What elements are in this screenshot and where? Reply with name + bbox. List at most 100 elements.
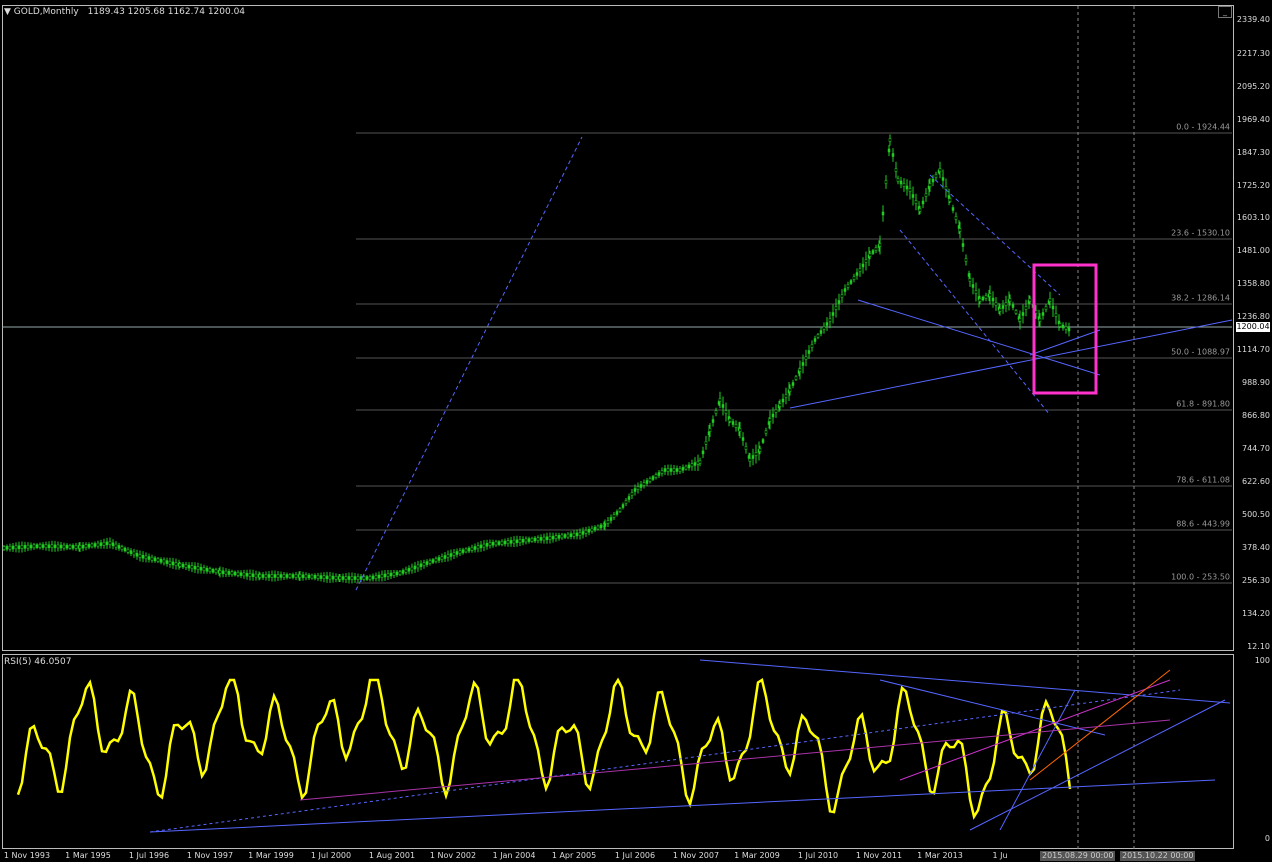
- candle-body: [279, 574, 283, 578]
- candle-body: [855, 272, 859, 276]
- candle-body: [998, 308, 1002, 312]
- candle-body: [804, 356, 808, 360]
- candle-body: [410, 566, 414, 571]
- candle-body: [596, 525, 600, 530]
- candle-body: [413, 565, 417, 570]
- candle-body: [663, 468, 667, 472]
- time-axis-label: 1 Mar 1995: [65, 851, 111, 860]
- candle-body: [768, 418, 772, 422]
- candle-body: [708, 428, 712, 432]
- candle-body: [861, 263, 865, 268]
- candle-body: [828, 318, 832, 322]
- price-chart[interactable]: [0, 0, 1272, 862]
- price-axis-label: 1725.20: [1236, 181, 1270, 190]
- candle-body: [751, 455, 755, 459]
- candle-body: [503, 540, 507, 545]
- price-axis-label: 256.30: [1242, 576, 1270, 585]
- candle-body: [948, 198, 952, 202]
- candle-body: [521, 538, 525, 543]
- rsi-trend-line: [999, 689, 1076, 831]
- candle-body: [362, 576, 366, 580]
- candle-body: [497, 541, 501, 545]
- candle-body: [548, 536, 552, 540]
- price-axis-label: 1481.00: [1236, 246, 1270, 255]
- candle-body: [301, 574, 305, 578]
- candle-body: [316, 575, 320, 579]
- candle-body: [704, 441, 708, 445]
- candle-body: [590, 527, 594, 532]
- candle-body: [437, 557, 441, 561]
- candle-body: [551, 535, 555, 540]
- candle-body: [1067, 327, 1071, 332]
- candle-body: [319, 575, 323, 579]
- price-axis-label: 12.10: [1247, 642, 1270, 651]
- candle-body: [276, 574, 280, 578]
- candle-body: [843, 288, 847, 292]
- candle-body: [654, 474, 658, 478]
- candle-body: [831, 312, 835, 316]
- candle-body: [754, 452, 758, 456]
- candle-body: [129, 550, 133, 554]
- candle-body: [446, 554, 450, 558]
- candle-body: [347, 576, 351, 580]
- candle-body: [584, 530, 588, 534]
- fib-level-label: 100.0 - 253.50: [1171, 572, 1230, 582]
- candle-body: [578, 532, 582, 536]
- candle-body: [440, 556, 444, 560]
- candle-body: [798, 368, 802, 372]
- candle-body: [482, 543, 486, 548]
- candle-body: [569, 533, 573, 537]
- candle-body: [778, 403, 782, 407]
- candle-body: [718, 398, 722, 402]
- candle-body: [377, 574, 381, 579]
- candle-body: [344, 576, 348, 580]
- candle-body: [738, 428, 742, 432]
- candle-body: [791, 382, 795, 386]
- time-axis-label: 1 Nov 1997: [186, 851, 234, 860]
- candle-body: [230, 571, 234, 575]
- candle-body: [515, 539, 519, 544]
- candle-body: [81, 544, 85, 549]
- time-axis-label: 1 Jul 2006: [614, 851, 656, 860]
- chart-window[interactable]: ▼ GOLD,Monthly 1189.43 1205.68 1162.74 1…: [0, 0, 1272, 862]
- candle-body: [251, 573, 255, 578]
- candle-body: [485, 543, 489, 547]
- candle-body: [741, 437, 745, 441]
- fib-level-label: 50.0 - 1088.97: [1171, 347, 1230, 357]
- candle-body: [951, 207, 955, 211]
- candle-body: [675, 468, 679, 472]
- candle-body: [93, 543, 97, 547]
- candle-body: [834, 306, 838, 310]
- price-axis-label: 622.60: [1242, 477, 1270, 486]
- candle-body: [645, 480, 649, 484]
- candle-body: [905, 185, 909, 190]
- candle-body: [23, 545, 27, 549]
- candle-body: [5, 546, 9, 550]
- fib-level-label: 38.2 - 1286.14: [1171, 293, 1230, 303]
- candle-body: [470, 547, 474, 551]
- candle-body: [273, 574, 277, 578]
- candle-body: [871, 250, 875, 254]
- candle-body: [914, 200, 918, 204]
- candle-body: [714, 410, 718, 414]
- candle-body: [422, 562, 426, 566]
- candle-body: [557, 535, 561, 539]
- candle-body: [624, 500, 628, 504]
- candle-body: [50, 544, 54, 549]
- candle-body: [165, 560, 169, 564]
- candle-body: [211, 569, 215, 573]
- candle-body: [864, 259, 868, 263]
- candle-body: [837, 300, 841, 304]
- candle-body: [245, 572, 249, 577]
- rsi-axis-label: 100: [1254, 656, 1270, 665]
- candle-body: [984, 295, 988, 299]
- candle-body: [174, 562, 178, 566]
- candle-body: [698, 460, 702, 464]
- candle-body: [401, 570, 405, 574]
- candle-body: [902, 183, 906, 187]
- candle-body: [846, 284, 850, 288]
- candle-body: [539, 537, 543, 541]
- candle-body: [603, 523, 607, 527]
- candle-body: [458, 550, 462, 554]
- price-axis-label: 1358.80: [1236, 279, 1270, 288]
